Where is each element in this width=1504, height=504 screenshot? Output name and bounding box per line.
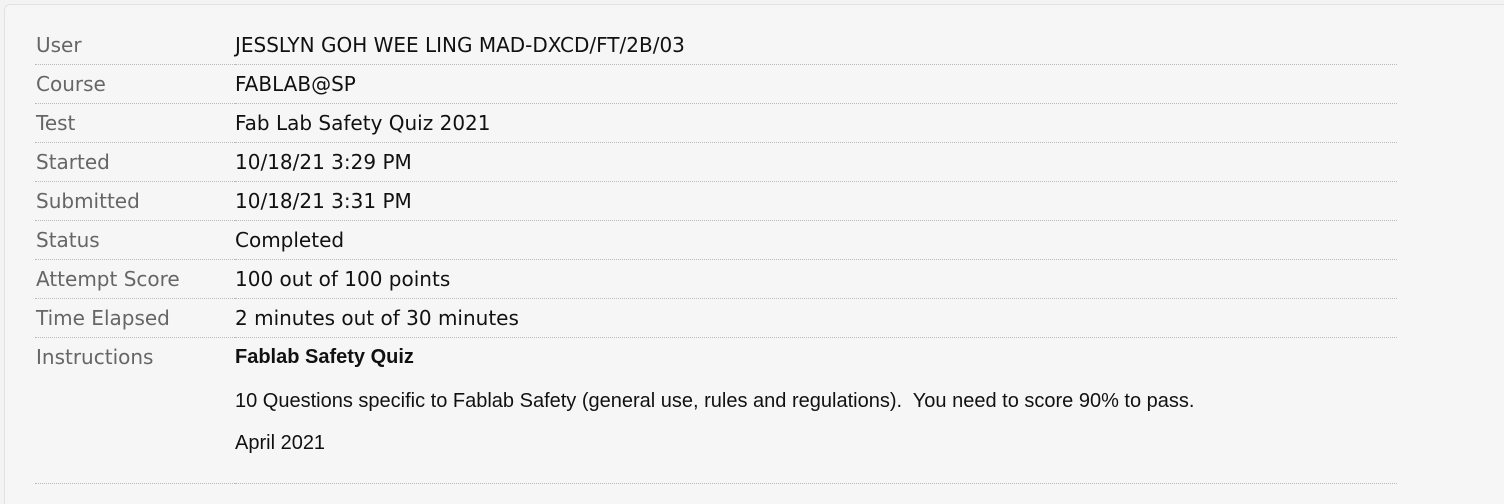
instructions-body: 10 Questions specific to Fablab Safety (… xyxy=(235,390,1195,412)
submitted-label: Submitted xyxy=(35,181,235,221)
status-value: Completed xyxy=(235,220,1397,260)
course-value: FABLAB@SP xyxy=(235,64,1397,104)
status-label: Status xyxy=(35,220,235,260)
instructions-content: Fablab Safety Quiz 10 Questions specific… xyxy=(235,337,1397,484)
course-label: Course xyxy=(35,64,235,104)
time-elapsed-label: Time Elapsed xyxy=(35,298,235,338)
time-elapsed-value: 2 minutes out of 30 minutes xyxy=(235,298,1397,338)
attempt-score-label: Attempt Score xyxy=(35,259,235,299)
details-row-test: Test Fab Lab Safety Quiz 2021 xyxy=(35,103,1397,143)
started-value: 10/18/21 3:29 PM xyxy=(235,142,1397,182)
details-row-attempt-score: Attempt Score 100 out of 100 points xyxy=(35,259,1397,299)
test-label: Test xyxy=(35,103,235,143)
details-row-time-elapsed: Time Elapsed 2 minutes out of 30 minutes xyxy=(35,298,1397,338)
instructions-date: April 2021 xyxy=(235,432,326,454)
user-label: User xyxy=(35,26,235,65)
submitted-value: 10/18/21 3:31 PM xyxy=(235,181,1397,221)
instructions-label: Instructions xyxy=(35,337,235,484)
attempt-details-panel: User JESSLYN GOH WEE LING MAD-DXCD/FT/2B… xyxy=(4,4,1504,504)
user-value: JESSLYN GOH WEE LING MAD-DXCD/FT/2B/03 xyxy=(235,26,1397,65)
details-row-course: Course FABLAB@SP xyxy=(35,64,1397,104)
details-row-status: Status Completed xyxy=(35,220,1397,260)
details-row-submitted: Submitted 10/18/21 3:31 PM xyxy=(35,181,1397,221)
details-row-instructions: Instructions Fablab Safety Quiz 10 Quest… xyxy=(35,337,1397,484)
attempt-score-value: 100 out of 100 points xyxy=(235,259,1397,299)
started-label: Started xyxy=(35,142,235,182)
details-row-started: Started 10/18/21 3:29 PM xyxy=(35,142,1397,182)
test-value: Fab Lab Safety Quiz 2021 xyxy=(235,103,1397,143)
details-row-user: User JESSLYN GOH WEE LING MAD-DXCD/FT/2B… xyxy=(35,26,1397,65)
instructions-title: Fablab Safety Quiz xyxy=(235,346,414,368)
attempt-details-table: User JESSLYN GOH WEE LING MAD-DXCD/FT/2B… xyxy=(35,26,1397,484)
